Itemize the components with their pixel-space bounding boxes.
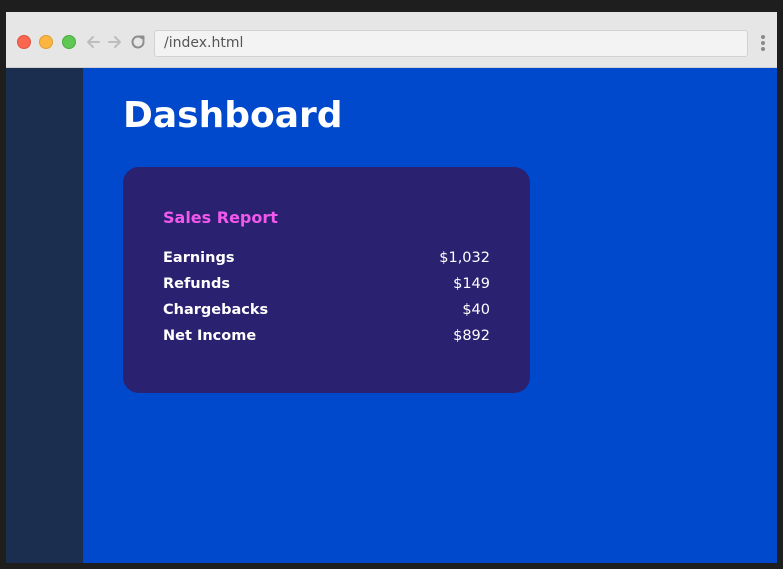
page-title: Dashboard bbox=[123, 95, 343, 136]
main-content: Dashboard Sales Report Earnings $1,032 R… bbox=[83, 68, 777, 563]
minimize-window-button[interactable] bbox=[39, 35, 53, 49]
report-row-chargebacks: Chargebacks $40 bbox=[163, 297, 490, 323]
report-label: Refunds bbox=[163, 276, 230, 292]
more-menu-icon[interactable] bbox=[760, 35, 766, 51]
browser-window: /index.html Dashboard Sales Report Earni… bbox=[6, 12, 777, 563]
report-label: Chargebacks bbox=[163, 302, 269, 318]
address-bar[interactable]: /index.html bbox=[154, 30, 748, 57]
report-label: Earnings bbox=[163, 250, 235, 266]
sidebar bbox=[6, 68, 83, 563]
report-value: $1,032 bbox=[439, 250, 490, 266]
sales-report-card: Sales Report Earnings $1,032 Refunds $14… bbox=[123, 167, 530, 393]
report-row-refunds: Refunds $149 bbox=[163, 271, 490, 297]
forward-arrow-icon[interactable] bbox=[106, 33, 124, 51]
card-title: Sales Report bbox=[163, 208, 278, 227]
report-value: $892 bbox=[453, 328, 490, 344]
report-label: Net Income bbox=[163, 328, 257, 344]
maximize-window-button[interactable] bbox=[62, 35, 76, 49]
reload-icon[interactable] bbox=[129, 33, 147, 51]
browser-toolbar: /index.html bbox=[6, 12, 777, 68]
report-row-earnings: Earnings $1,032 bbox=[163, 245, 490, 271]
report-value: $40 bbox=[462, 302, 490, 318]
close-window-button[interactable] bbox=[17, 35, 31, 49]
back-arrow-icon[interactable] bbox=[84, 33, 102, 51]
report-value: $149 bbox=[453, 276, 490, 292]
report-row-net-income: Net Income $892 bbox=[163, 323, 490, 349]
